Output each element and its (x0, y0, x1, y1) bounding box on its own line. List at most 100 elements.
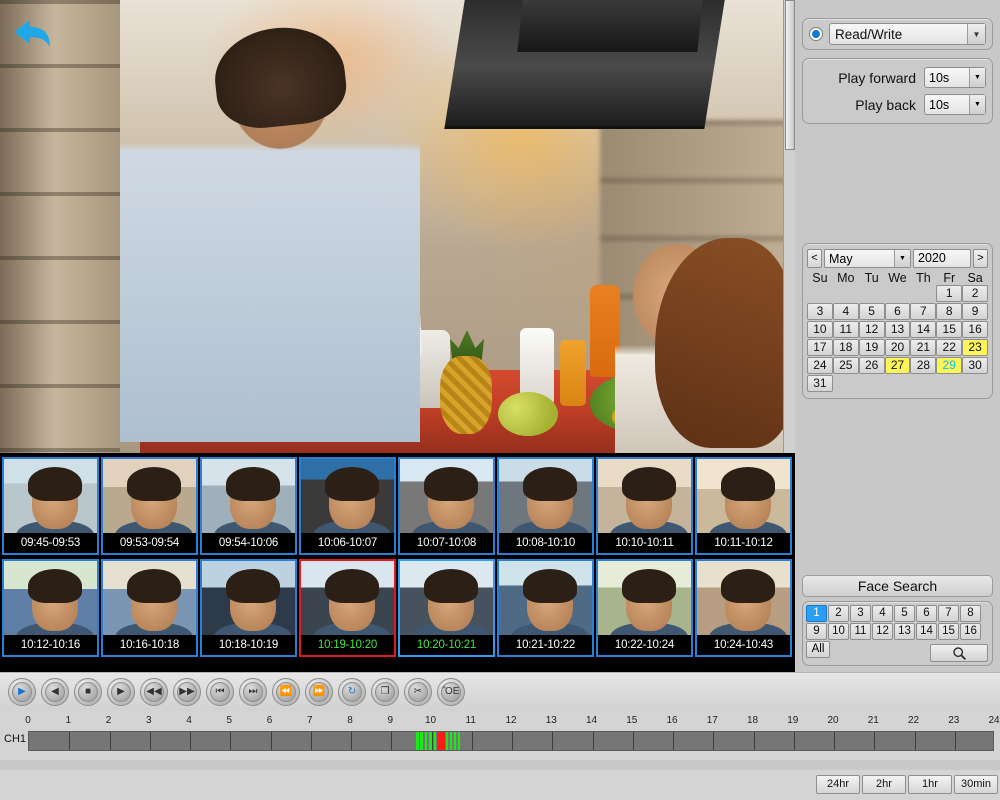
channel-button-1[interactable]: 1 (806, 605, 827, 622)
timeline-zoom-1hr[interactable]: 1hr (908, 775, 952, 794)
calendar-day[interactable]: 20 (885, 339, 911, 356)
play-forward-combobox[interactable]: 10s ▼ (924, 67, 986, 88)
calendar-day[interactable]: 2 (962, 285, 988, 302)
fast-forward-button[interactable]: ▶▶ (173, 678, 201, 706)
channel-all-button[interactable]: All (806, 641, 830, 658)
calendar-day[interactable]: 4 (833, 303, 859, 320)
video-playback-area[interactable] (0, 0, 795, 453)
face-thumbnail[interactable]: 10:10-10:11 (596, 457, 693, 555)
timeline-recording-segment[interactable] (416, 732, 419, 750)
slow-play-button[interactable]: ▶ (107, 678, 135, 706)
timeline-zoom-30min[interactable]: 30min (954, 775, 998, 794)
calendar-day[interactable]: 18 (833, 339, 859, 356)
previous-file-button[interactable]: ⏪ (272, 678, 300, 706)
calendar-day[interactable]: 24 (807, 357, 833, 374)
timeline-zoom-24hr[interactable]: 24hr (816, 775, 860, 794)
calendar-year-field[interactable]: 2020 (913, 249, 971, 268)
channel-button-11[interactable]: 11 (850, 623, 871, 640)
channel-button-5[interactable]: 5 (894, 605, 915, 622)
calendar-day[interactable]: 23 (962, 339, 988, 356)
face-thumbnail[interactable]: 10:16-10:18 (101, 559, 198, 657)
calendar-day[interactable]: 5 (859, 303, 885, 320)
channel-button-9[interactable]: 9 (806, 623, 827, 640)
calendar-day[interactable]: 13 (885, 321, 911, 338)
face-thumbnail[interactable]: 10:21-10:22 (497, 559, 594, 657)
chevron-down-icon[interactable]: ▼ (894, 250, 910, 267)
calendar-day[interactable]: 6 (885, 303, 911, 320)
calendar-day[interactable]: 29 (936, 357, 962, 374)
rewind-button[interactable]: ◀◀ (140, 678, 168, 706)
channel-button-14[interactable]: 14 (916, 623, 937, 640)
channel-button-2[interactable]: 2 (828, 605, 849, 622)
face-thumbnail[interactable]: 09:45-09:53 (2, 457, 99, 555)
face-thumbnail[interactable]: 10:19-10:20 (299, 559, 396, 657)
calendar-month-combobox[interactable]: May ▼ (824, 249, 911, 268)
face-thumbnail[interactable]: 09:53-09:54 (101, 457, 198, 555)
calendar-day[interactable]: 12 (859, 321, 885, 338)
face-thumbnail[interactable]: 10:22-10:24 (596, 559, 693, 657)
face-thumbnail[interactable]: 10:11-10:12 (695, 457, 792, 555)
calendar-day[interactable]: 3 (807, 303, 833, 320)
face-thumbnail[interactable]: 10:06-10:07 (299, 457, 396, 555)
calendar-day[interactable]: 7 (910, 303, 936, 320)
calendar-day[interactable]: 19 (859, 339, 885, 356)
channel-button-10[interactable]: 10 (828, 623, 849, 640)
channel-button-3[interactable]: 3 (850, 605, 871, 622)
calendar-day[interactable]: 1 (936, 285, 962, 302)
channel-button-15[interactable]: 15 (938, 623, 959, 640)
timeline-recording-segment[interactable] (434, 732, 437, 750)
calendar-day[interactable]: 9 (962, 303, 988, 320)
channel-button-16[interactable]: 16 (960, 623, 981, 640)
face-thumbnail[interactable]: 10:12-10:16 (2, 559, 99, 657)
chevron-down-icon[interactable]: ▼ (969, 68, 985, 87)
calendar-day[interactable]: 27 (885, 357, 911, 374)
clip-button[interactable]: ✂ (404, 678, 432, 706)
copy-button[interactable]: ❐ (371, 678, 399, 706)
save-button[interactable]: ὋE (437, 678, 465, 706)
calendar-day[interactable]: 31 (807, 375, 833, 392)
timeline-recording-segment[interactable] (425, 732, 428, 750)
channel-button-13[interactable]: 13 (894, 623, 915, 640)
calendar-day[interactable]: 10 (807, 321, 833, 338)
face-thumbnail[interactable]: 10:08-10:10 (497, 457, 594, 555)
next-frame-button[interactable]: ⏭ (239, 678, 267, 706)
repeat-button[interactable]: ↻ (338, 678, 366, 706)
timeline-recording-segment[interactable] (446, 732, 448, 750)
play-back-combobox[interactable]: 10s ▼ (924, 94, 986, 115)
next-file-button[interactable]: ⏩ (305, 678, 333, 706)
timeline-zoom-2hr[interactable]: 2hr (862, 775, 906, 794)
calendar-next-button[interactable]: > (973, 249, 988, 268)
timeline-recording-segment[interactable] (429, 732, 433, 750)
calendar-day[interactable]: 22 (936, 339, 962, 356)
video-scrollbar[interactable] (783, 0, 795, 453)
calendar-prev-button[interactable]: < (807, 249, 822, 268)
calendar-day[interactable]: 30 (962, 357, 988, 374)
face-thumbnail[interactable]: 09:54-10:06 (200, 457, 297, 555)
calendar-day[interactable]: 11 (833, 321, 859, 338)
face-thumbnail[interactable]: 10:24-10:43 (695, 559, 792, 657)
chevron-down-icon[interactable]: ▼ (967, 24, 985, 44)
previous-frame-button[interactable]: ⏮ (206, 678, 234, 706)
channel-button-4[interactable]: 4 (872, 605, 893, 622)
calendar-day[interactable]: 25 (833, 357, 859, 374)
calendar-day[interactable]: 28 (910, 357, 936, 374)
calendar-day[interactable]: 26 (859, 357, 885, 374)
calendar-day[interactable]: 8 (936, 303, 962, 320)
calendar-day[interactable]: 14 (910, 321, 936, 338)
timeline-recording-segment[interactable] (454, 732, 457, 750)
timeline-recording-segment[interactable] (458, 732, 461, 750)
channel-button-8[interactable]: 8 (960, 605, 981, 622)
video-scrollbar-thumb[interactable] (785, 0, 795, 150)
face-thumbnail[interactable]: 10:07-10:08 (398, 457, 495, 555)
calendar-day[interactable]: 15 (936, 321, 962, 338)
timeline-recording-segment[interactable] (450, 732, 453, 750)
reverse-play-button[interactable]: ◀ (41, 678, 69, 706)
stop-button[interactable]: ■ (74, 678, 102, 706)
face-search-button[interactable] (930, 644, 988, 662)
face-thumbnail[interactable]: 10:18-10:19 (200, 559, 297, 657)
channel-button-7[interactable]: 7 (938, 605, 959, 622)
channel-button-12[interactable]: 12 (872, 623, 893, 640)
timeline-track[interactable] (28, 731, 994, 751)
timeline-recording-segment[interactable] (437, 732, 445, 750)
chevron-down-icon[interactable]: ▼ (969, 95, 985, 114)
